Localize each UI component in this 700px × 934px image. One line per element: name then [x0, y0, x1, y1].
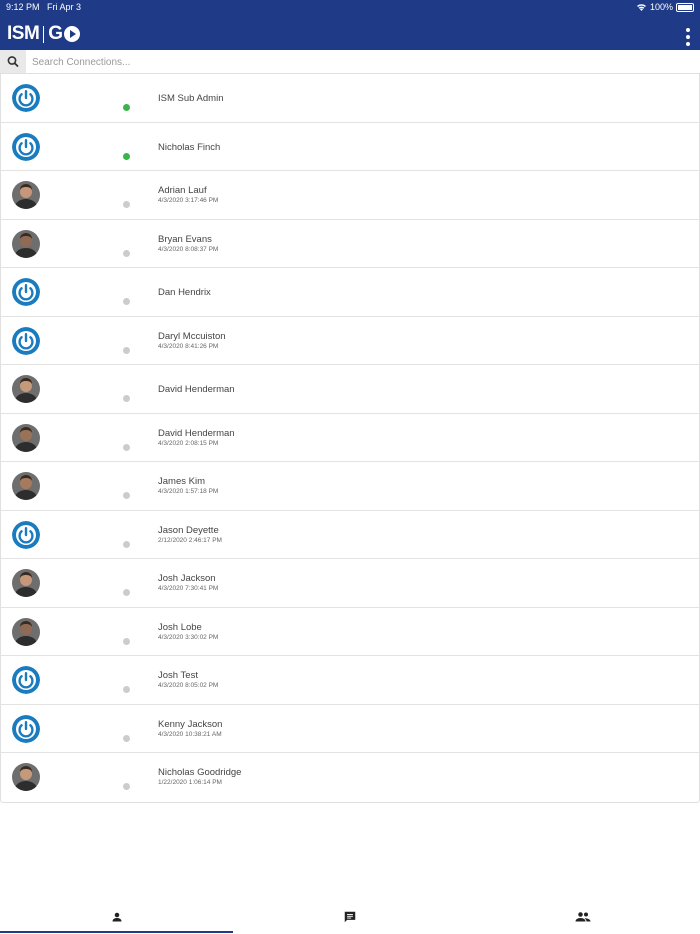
last-seen-timestamp: 4/3/2020 8:41:26 PM: [158, 342, 219, 350]
tab-chat[interactable]: [233, 900, 466, 934]
connection-name: Daryl Mccuiston: [158, 330, 226, 342]
status-dot: [123, 395, 130, 402]
chat-icon: [344, 911, 355, 923]
search-icon: [0, 50, 26, 73]
connection-row[interactable]: Josh Test 4/3/2020 8:05:02 PM: [1, 656, 699, 705]
status-dot: [123, 201, 130, 208]
tab-groups[interactable]: [466, 900, 699, 934]
connection-name: Josh Lobe: [158, 621, 202, 633]
status-time: 9:12 PM Fri Apr 3: [6, 2, 82, 12]
battery-icon: [676, 2, 694, 12]
connection-row[interactable]: Bryan Evans 4/3/2020 8:08:37 PM: [1, 220, 699, 268]
ism-go-logo: ISM G: [7, 23, 80, 45]
person-icon: [112, 912, 121, 922]
last-seen-timestamp: 1/22/2020 1:06:14 PM: [158, 779, 222, 786]
people-icon: [575, 912, 590, 922]
power-logo-avatar-icon: [12, 666, 40, 694]
connection-row[interactable]: David Henderman 4/3/2020 2:08:15 PM: [1, 414, 699, 462]
status-dot: [123, 492, 130, 499]
app-header: 9:12 PM Fri Apr 3 100% ISM G: [0, 0, 700, 50]
user-photo-avatar: [12, 569, 40, 597]
connection-name: Nicholas Finch: [158, 141, 221, 153]
connection-name: Jason Deyette: [158, 524, 219, 536]
battery-percent: 100%: [649, 2, 673, 12]
connection-row[interactable]: David Henderman: [1, 365, 699, 414]
power-logo-avatar-icon: [12, 326, 40, 355]
last-seen-timestamp: 2/12/2020 2:46:17 PM: [158, 536, 222, 544]
connection-name: Bryan Evans: [158, 233, 212, 245]
connection-name: James Kim: [158, 476, 205, 487]
more-vertical-icon[interactable]: [684, 28, 692, 46]
user-photo-avatar: [12, 229, 40, 258]
connection-name: Josh Jackson: [158, 573, 216, 584]
bottom-tab-bar: [0, 900, 700, 934]
connection-row[interactable]: Josh Jackson 4/3/2020 7:30:41 PM: [1, 559, 699, 608]
status-dot: [123, 346, 130, 354]
power-logo-avatar-icon: [12, 520, 40, 549]
status-dot: [123, 104, 130, 111]
status-dot: [123, 637, 130, 645]
connection-name: Josh Test: [158, 670, 198, 681]
connection-name: David Henderman: [158, 427, 235, 439]
status-dot: [123, 783, 130, 790]
last-seen-timestamp: 4/3/2020 7:30:41 PM: [158, 585, 219, 592]
search-bar: [0, 50, 700, 74]
status-dot: [123, 734, 130, 742]
user-photo-avatar: [12, 423, 40, 452]
connection-name: Adrian Lauf: [158, 185, 207, 196]
status-bar: 9:12 PM Fri Apr 3 100%: [0, 0, 700, 14]
connection-row[interactable]: Nicholas Goodridge 1/22/2020 1:06:14 PM: [1, 753, 699, 802]
connection-row[interactable]: ISM Sub Admin: [1, 74, 699, 123]
status-dot: [123, 443, 130, 451]
connection-name: Nicholas Goodridge: [158, 767, 242, 778]
connection-row[interactable]: Jason Deyette 2/12/2020 2:46:17 PM: [1, 511, 699, 559]
last-seen-timestamp: 4/3/2020 3:17:46 PM: [158, 197, 219, 204]
search-input[interactable]: [30, 52, 674, 72]
status-right: 100%: [636, 2, 694, 12]
last-seen-timestamp: 4/3/2020 10:38:21 AM: [158, 730, 222, 738]
connections-list: ISM Sub Admin Nicholas Finch Adrian Lauf 4/…: [0, 73, 700, 803]
power-logo-avatar-icon: [12, 132, 40, 161]
power-logo-avatar-icon: [12, 714, 40, 743]
connection-row[interactable]: Daryl Mccuiston 4/3/2020 8:41:26 PM: [1, 317, 699, 365]
connection-row[interactable]: Dan Hendrix: [1, 268, 699, 317]
logo-text-ism: ISM: [7, 23, 40, 44]
power-logo-avatar-icon: [12, 84, 40, 112]
status-dot: [123, 249, 130, 257]
connection-row[interactable]: James Kim 4/3/2020 1:57:18 PM: [1, 462, 699, 511]
status-dot: [123, 540, 130, 548]
last-seen-timestamp: 4/3/2020 2:08:15 PM: [158, 439, 219, 447]
last-seen-timestamp: 4/3/2020 8:08:37 PM: [158, 245, 219, 253]
logo-text-go: G: [48, 23, 63, 44]
user-photo-avatar: [12, 375, 40, 403]
tab-profile[interactable]: [0, 900, 233, 934]
last-seen-timestamp: 4/3/2020 1:57:18 PM: [158, 488, 219, 495]
user-photo-avatar: [12, 617, 40, 646]
user-photo-avatar: [12, 472, 40, 500]
connection-name: David Henderman: [158, 384, 235, 395]
status-dot: [123, 152, 130, 160]
status-dot: [123, 589, 130, 596]
connection-row[interactable]: Kenny Jackson 4/3/2020 10:38:21 AM: [1, 705, 699, 753]
play-icon: [63, 26, 80, 42]
connection-name: Dan Hendrix: [158, 287, 211, 298]
user-photo-avatar: [12, 181, 40, 209]
connection-row[interactable]: Josh Lobe 4/3/2020 3:30:02 PM: [1, 608, 699, 656]
last-seen-timestamp: 4/3/2020 8:05:02 PM: [158, 682, 219, 689]
wifi-icon: [637, 4, 646, 11]
connection-name: Kenny Jackson: [158, 718, 223, 730]
status-dot: [123, 686, 130, 693]
connection-row[interactable]: Nicholas Finch: [1, 123, 699, 171]
last-seen-timestamp: 4/3/2020 3:30:02 PM: [158, 633, 219, 641]
user-photo-avatar: [12, 763, 40, 791]
connection-name: ISM Sub Admin: [158, 93, 224, 104]
connection-row[interactable]: Adrian Lauf 4/3/2020 3:17:46 PM: [1, 171, 699, 220]
status-dot: [123, 298, 130, 305]
power-logo-avatar-icon: [12, 278, 40, 306]
logo-divider: [43, 25, 45, 43]
